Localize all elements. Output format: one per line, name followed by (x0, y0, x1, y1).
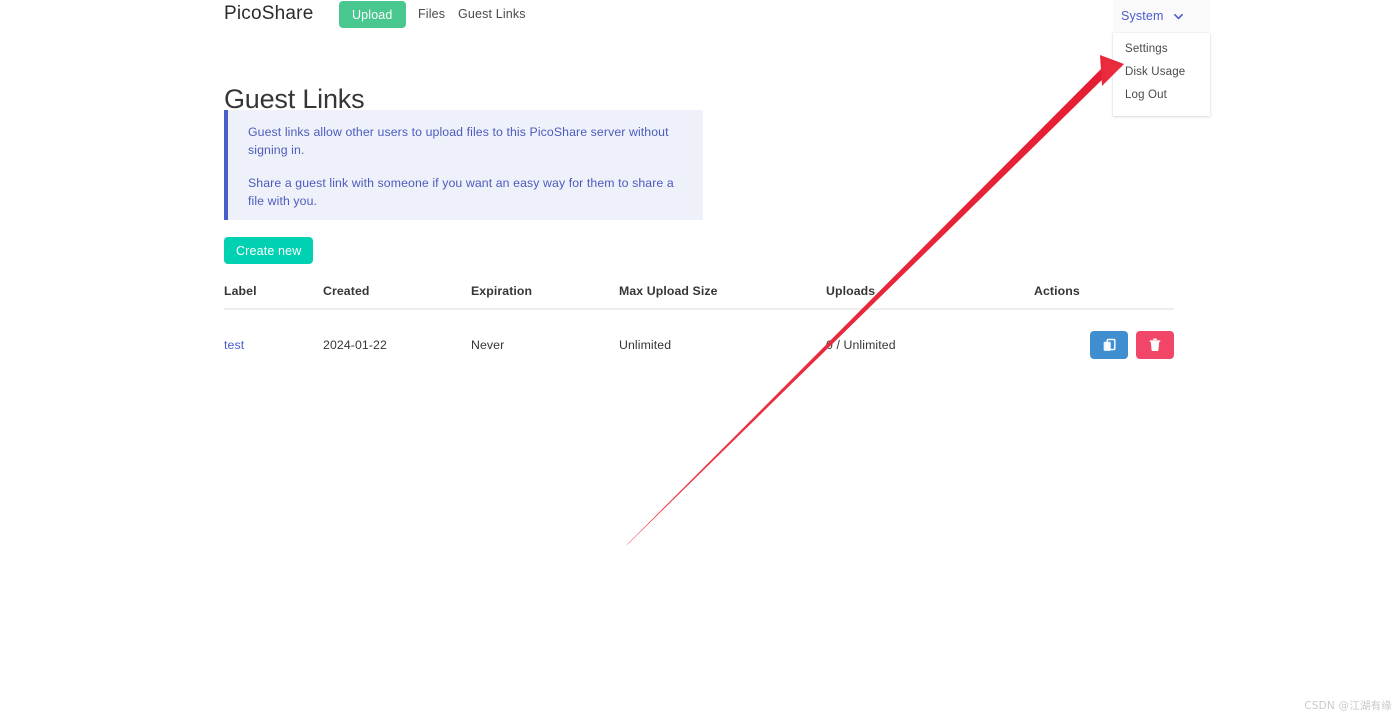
create-new-button[interactable]: Create new (224, 237, 313, 264)
cell-expiration: Never (471, 309, 619, 359)
column-header-created: Created (323, 284, 471, 309)
column-header-label: Label (224, 284, 323, 309)
watermark: CSDN @江湖有缘 (1304, 698, 1392, 713)
notification-paragraph-1: Guest links allow other users to upload … (248, 124, 683, 159)
nav-link-guest-links[interactable]: Guest Links (458, 7, 526, 21)
table-header-row: Label Created Expiration Max Upload Size… (224, 284, 1174, 309)
copy-icon (1102, 338, 1117, 353)
delete-button[interactable] (1136, 331, 1174, 359)
table-row: test 2024-01-22 Never Unlimited 0 / Unli… (224, 309, 1174, 359)
copy-link-button[interactable] (1090, 331, 1128, 359)
dropdown-item-disk-usage[interactable]: Disk Usage (1113, 61, 1210, 84)
column-header-expiration: Expiration (471, 284, 619, 309)
info-notification: Guest links allow other users to upload … (224, 110, 703, 220)
cell-uploads: 0 / Unlimited (826, 309, 1034, 359)
nav-system-dropdown-trigger[interactable]: System (1113, 0, 1210, 32)
nav-system-label: System (1121, 9, 1164, 23)
guest-link-label-link[interactable]: test (224, 338, 244, 352)
column-header-uploads: Uploads (826, 284, 1034, 309)
table-head: Label Created Expiration Max Upload Size… (224, 284, 1174, 309)
guest-links-table: Label Created Expiration Max Upload Size… (224, 284, 1174, 359)
cell-label: test (224, 309, 323, 359)
upload-button[interactable]: Upload (339, 1, 406, 28)
notification-paragraph-2: Share a guest link with someone if you w… (248, 175, 683, 210)
navbar: PicoShare Upload Files Guest Links Syste… (0, 0, 1400, 32)
trash-icon (1148, 338, 1162, 352)
nav-link-files[interactable]: Files (418, 7, 445, 21)
column-header-max-upload-size: Max Upload Size (619, 284, 826, 309)
dropdown-item-log-out[interactable]: Log Out (1113, 84, 1210, 107)
guest-links-table-container: Label Created Expiration Max Upload Size… (224, 284, 1174, 359)
column-header-actions: Actions (1034, 284, 1174, 309)
chevron-down-icon (1173, 11, 1182, 20)
cell-actions (1034, 309, 1174, 359)
cell-max-upload-size: Unlimited (619, 309, 826, 359)
table-body: test 2024-01-22 Never Unlimited 0 / Unli… (224, 309, 1174, 359)
system-dropdown-menu: Settings Disk Usage Log Out (1113, 33, 1210, 116)
dropdown-item-settings[interactable]: Settings (1113, 38, 1210, 61)
cell-created: 2024-01-22 (323, 309, 471, 359)
brand-logo[interactable]: PicoShare (224, 2, 313, 26)
row-action-buttons (1090, 331, 1174, 359)
